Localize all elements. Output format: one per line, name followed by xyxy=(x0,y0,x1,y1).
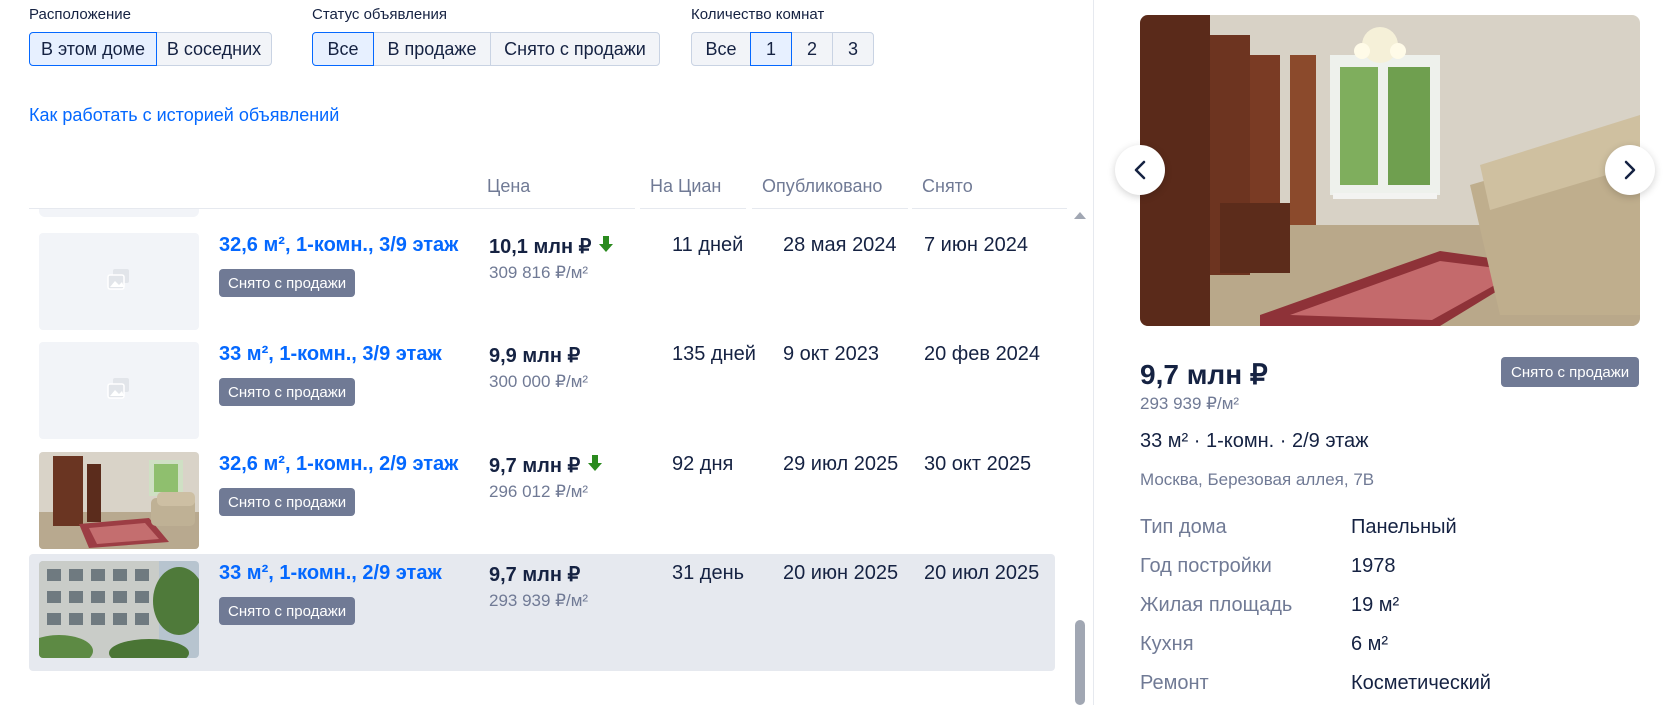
listing-price: 10,1 млн ₽ xyxy=(489,234,614,259)
listing-photo-building xyxy=(39,561,199,658)
removed-date: 7 июн 2024 xyxy=(924,234,1028,256)
column-header-published: Опубликовано xyxy=(762,176,883,196)
photo-placeholder-icon xyxy=(107,378,129,399)
history-panel: Расположение В этом доме В соседних Стат… xyxy=(0,0,1093,705)
listing-price-value: 9,7 млн ₽ xyxy=(489,564,581,586)
status-option-on-sale[interactable]: В продаже xyxy=(373,32,491,66)
removed-date: 30 окт 2025 xyxy=(924,453,1032,475)
listing-price: 9,7 млн ₽ xyxy=(489,453,603,478)
rooms-option-1[interactable]: 1 xyxy=(750,32,792,66)
rooms-option-2[interactable]: 2 xyxy=(791,32,833,66)
listing-photo-interior xyxy=(39,452,199,549)
spec-value-kitchen: 6 м² xyxy=(1351,633,1389,655)
rooms-option-all[interactable]: Все xyxy=(691,32,751,66)
listing-detail-panel: 9,7 млн ₽ Снято с продажи 293 939 ₽/м² 3… xyxy=(1094,0,1679,705)
price-down-arrow-icon xyxy=(587,454,603,478)
location-filter: Расположение В этом доме В соседних xyxy=(29,6,272,66)
column-header-price: Цена xyxy=(487,176,531,196)
status-badge: Снято с продажи xyxy=(219,597,356,625)
photo-gallery[interactable] xyxy=(1140,15,1640,326)
scroll-up-arrow-icon[interactable] xyxy=(1074,212,1086,219)
removed-date: 20 фев 2024 xyxy=(924,343,1041,365)
photo-placeholder-icon xyxy=(107,269,129,290)
listing-photo-placeholder xyxy=(39,342,199,439)
spec-label-renovation: Ремонт xyxy=(1140,672,1209,694)
listing-title[interactable]: 32,6 м², 1-комн., 3/9 этаж xyxy=(219,234,458,257)
spec-label-living-area: Жилая площадь xyxy=(1140,594,1293,616)
column-header-removed: Снято xyxy=(922,176,973,196)
price-per-m2: 309 816 ₽/м² xyxy=(489,263,589,282)
published-date: 9 окт 2023 xyxy=(783,343,879,365)
price-per-m2: 296 012 ₽/м² xyxy=(489,482,589,501)
removed-date: 20 июл 2025 xyxy=(924,562,1040,584)
days-on-cian: 11 дней xyxy=(672,234,744,256)
detail-description: 33 м² · 1-комн. · 2/9 этаж xyxy=(1140,430,1369,452)
status-badge: Снято с продажи xyxy=(219,269,356,297)
detail-status-badge: Снято с продажи xyxy=(1501,357,1640,387)
days-on-cian: 135 дней xyxy=(672,343,756,365)
spec-value-build-year: 1978 xyxy=(1351,555,1396,577)
listings-list: 32,6 м², 1-комн., 3/9 этаж Снято с прода… xyxy=(29,209,1055,705)
rooms-filter-label: Количество комнат xyxy=(691,6,825,23)
published-date: 28 мая 2024 xyxy=(783,234,897,256)
listing-photo-interior xyxy=(1140,15,1640,326)
table-row[interactable]: 33 м², 1-комн., 3/9 этаж Снято с продажи… xyxy=(29,335,1055,452)
status-filter-label: Статус объявления xyxy=(312,6,448,23)
table-row[interactable]: 32,6 м², 1-комн., 2/9 этаж Снято с прода… xyxy=(29,445,1055,562)
spec-value-living-area: 19 м² xyxy=(1351,594,1400,616)
days-on-cian: 31 день xyxy=(672,562,745,584)
table-row-selected[interactable]: 33 м², 1-комн., 2/9 этаж Снято с продажи… xyxy=(29,554,1055,671)
status-badge: Снято с продажи xyxy=(219,488,356,516)
gallery-next-button[interactable] xyxy=(1605,145,1655,195)
listing-price: 9,9 млн ₽ xyxy=(489,343,580,368)
spec-label-house-type: Тип дома xyxy=(1140,516,1227,538)
spec-value-renovation: Косметический xyxy=(1351,672,1491,694)
detail-address: Москва, Березовая аллея, 7В xyxy=(1140,470,1375,489)
listing-title[interactable]: 33 м², 1-комн., 2/9 этаж xyxy=(219,562,442,585)
price-down-arrow-icon xyxy=(598,235,614,259)
listing-price-value: 10,1 млн ₽ xyxy=(489,236,592,258)
table-row[interactable]: 32,6 м², 1-комн., 3/9 этаж Снято с прода… xyxy=(29,226,1055,343)
chevron-right-icon xyxy=(1624,160,1636,180)
listing-price-value: 9,9 млн ₽ xyxy=(489,345,581,367)
listing-price: 9,7 млн ₽ xyxy=(489,562,580,587)
published-date: 20 июн 2025 xyxy=(783,562,899,584)
status-filter: Статус объявления Все В продаже Снято с … xyxy=(312,6,660,66)
listing-photo-placeholder xyxy=(39,233,199,330)
history-help-link[interactable]: Как работать с историей объявлений xyxy=(29,105,339,126)
days-on-cian: 92 дня xyxy=(672,453,734,475)
previous-row-thumbnail-edge xyxy=(39,209,199,217)
rooms-option-3[interactable]: 3 xyxy=(832,32,874,66)
scrollbar-thumb[interactable] xyxy=(1075,620,1085,705)
price-per-m2: 300 000 ₽/м² xyxy=(489,372,589,391)
spec-label-kitchen: Кухня xyxy=(1140,633,1194,655)
gallery-prev-button[interactable] xyxy=(1115,145,1165,195)
location-option-neighbors[interactable]: В соседних xyxy=(156,32,272,66)
listing-title[interactable]: 32,6 м², 1-комн., 2/9 этаж xyxy=(219,453,458,476)
status-option-removed[interactable]: Снято с продажи xyxy=(490,32,660,66)
spec-label-build-year: Год постройки xyxy=(1140,555,1272,577)
spec-value-house-type: Панельный xyxy=(1351,516,1457,538)
status-option-all[interactable]: Все xyxy=(312,32,374,66)
price-per-m2: 293 939 ₽/м² xyxy=(489,591,589,610)
location-option-this-house[interactable]: В этом доме xyxy=(29,32,157,66)
detail-price: 9,7 млн ₽ xyxy=(1140,359,1268,390)
location-filter-label: Расположение xyxy=(29,6,131,23)
status-badge: Снято с продажи xyxy=(219,378,356,406)
listing-title[interactable]: 33 м², 1-комн., 3/9 этаж xyxy=(219,343,442,366)
published-date: 29 июл 2025 xyxy=(783,453,899,475)
rooms-filter: Количество комнат Все 1 2 3 xyxy=(691,6,874,66)
listing-price-value: 9,7 млн ₽ xyxy=(489,455,581,477)
chevron-left-icon xyxy=(1134,160,1146,180)
column-header-on-cian: На Циан xyxy=(650,176,722,196)
detail-price-per-m2: 293 939 ₽/м² xyxy=(1140,394,1240,413)
